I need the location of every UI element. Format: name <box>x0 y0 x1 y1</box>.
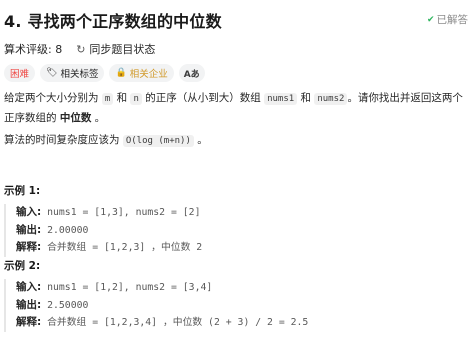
description-paragraph-2: 算法的时间复杂度应该为 O(log (m+n)) 。 <box>4 131 470 151</box>
var-n: n <box>130 93 142 105</box>
sync-label: 同步题目状态 <box>89 43 156 56</box>
refresh-icon: ↻ <box>76 42 86 56</box>
solved-status: ✔ 已解答 <box>427 12 468 27</box>
desc-bold-median: 中位数 <box>59 112 92 124</box>
explain-value: 合并数组 = [1,2,3,4] ，中位数 (2 + 3) / 2 = 2.5 <box>47 317 309 328</box>
translate-icon: Aあ <box>183 69 200 80</box>
example-1-title: 示例 1: <box>4 185 41 197</box>
example-2-input: 输入: nums1 = [1,2], nums2 = [3,4] <box>16 279 470 297</box>
complexity-code: O(log (m+n)) <box>122 135 194 147</box>
translate-button[interactable]: Aあ <box>178 64 205 82</box>
problem-title: 4. 寻找两个正序数组的中位数 <box>4 12 222 31</box>
example-1-input: 输入: nums1 = [1,3], nums2 = [2] <box>16 204 470 222</box>
input-label: 输入: <box>16 281 42 293</box>
difficulty-badge: 困难 <box>4 64 36 82</box>
sync-status-button[interactable]: ↻ 同步题目状态 <box>76 41 155 57</box>
input-value: nums1 = [1,3], nums2 = [2] <box>47 207 201 218</box>
lock-icon: 🔒 <box>115 68 127 78</box>
desc-text: 。 <box>91 112 106 124</box>
example-1-output: 输出: 2.00000 <box>16 222 470 240</box>
companies-label: 相关企业 <box>129 69 168 80</box>
description-paragraph-1: 给定两个大小分别为 m 和 n 的正序（从小到大）数组 nums1 和 nums… <box>4 89 470 128</box>
explain-value: 合并数组 = [1,2,3] ，中位数 2 <box>47 242 203 253</box>
output-value: 2.50000 <box>47 299 89 311</box>
var-m: m <box>101 93 114 105</box>
tag-icon: 🏷 <box>46 68 58 78</box>
output-label: 输出: <box>16 223 42 236</box>
desc-text: 算法的时间复杂度应该为 <box>4 134 123 146</box>
explain-label: 解释: <box>16 316 42 328</box>
example-2-explain: 解释: 合并数组 = [1,2,3,4] ，中位数 (2 + 3) / 2 = … <box>16 314 470 332</box>
rating-label: 算术评级: 8 <box>4 43 63 56</box>
problem-meta: 算术评级: 8 ↻ 同步题目状态 <box>4 41 155 57</box>
desc-text: 和 <box>113 92 131 104</box>
input-label: 输入: <box>16 206 42 218</box>
companies-tag-button[interactable]: 🔒 相关企业 <box>109 64 174 82</box>
desc-text: 和 <box>297 92 315 104</box>
explain-label: 解释: <box>16 241 42 253</box>
tag-bar: 困难 🏷 相关标签 🔒 相关企业 Aあ <box>4 64 205 82</box>
topics-tag-button[interactable]: 🏷 相关标签 <box>40 64 105 82</box>
solved-label: 已解答 <box>436 14 469 26</box>
example-2-output: 输出: 2.50000 <box>16 297 470 315</box>
desc-text: 的正序（从小到大）数组 <box>141 92 265 104</box>
output-value: 2.00000 <box>47 224 89 236</box>
check-circle-icon: ✔ <box>426 14 435 25</box>
output-label: 输出: <box>16 298 42 311</box>
example-1-block: 输入: nums1 = [1,3], nums2 = [2] 输出: 2.000… <box>4 204 470 257</box>
var-nums2: nums2 <box>314 93 348 105</box>
input-value: nums1 = [1,2], nums2 = [3,4] <box>47 282 213 293</box>
difficulty-label: 困难 <box>10 69 30 80</box>
example-2-title: 示例 2: <box>4 260 41 272</box>
desc-text: 给定两个大小分别为 <box>4 92 102 104</box>
example-1-explain: 解释: 合并数组 = [1,2,3] ，中位数 2 <box>16 239 470 257</box>
example-2-block: 输入: nums1 = [1,2], nums2 = [3,4] 输出: 2.5… <box>4 279 470 332</box>
topics-label: 相关标签 <box>60 69 99 80</box>
var-nums1: nums1 <box>264 93 298 105</box>
desc-text: 。 <box>193 134 208 146</box>
